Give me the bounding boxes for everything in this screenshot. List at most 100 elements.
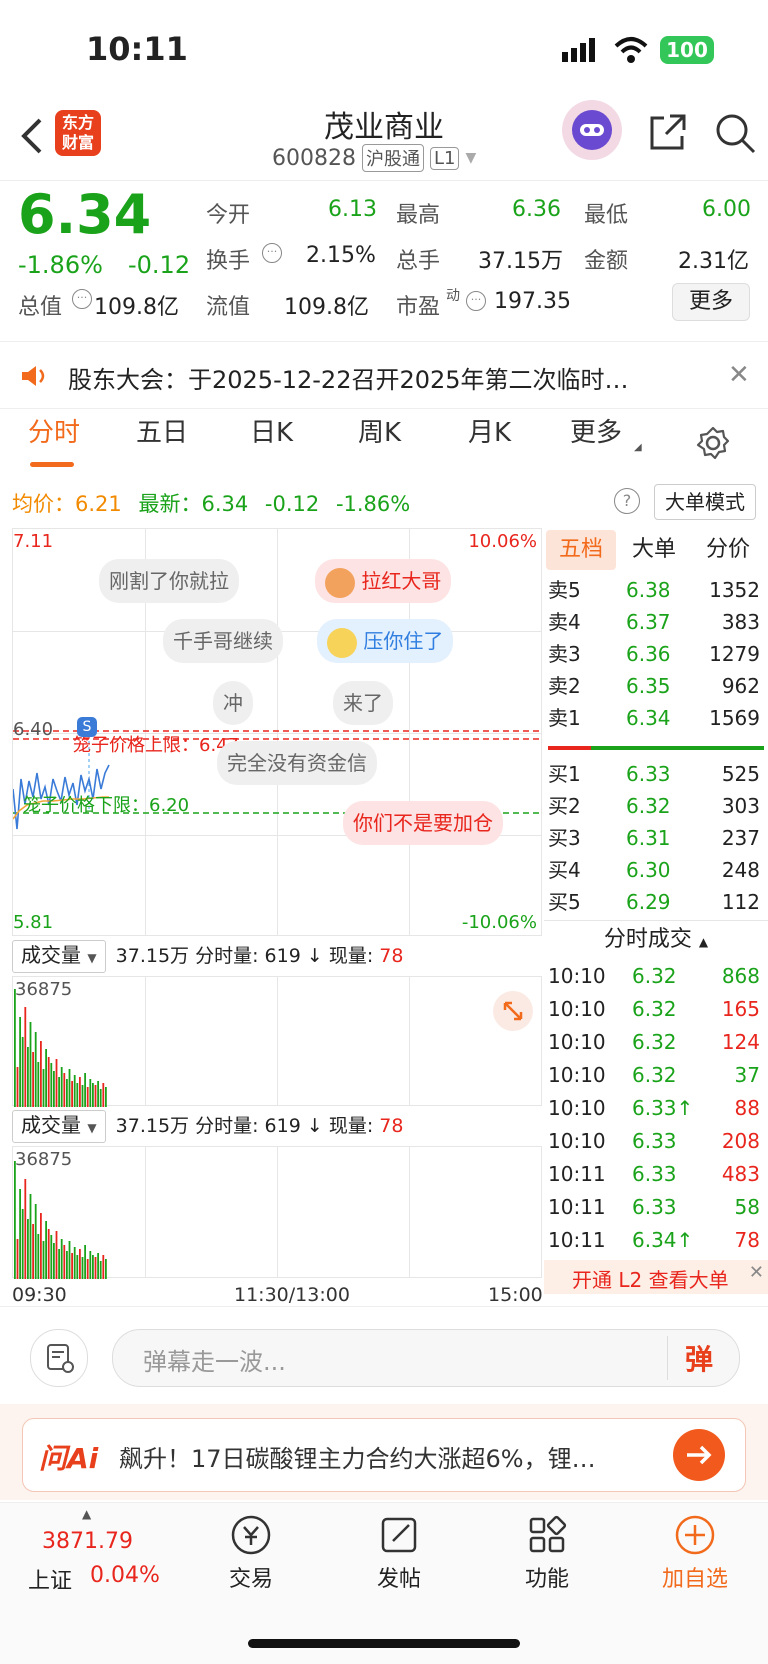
volume-bar (92, 1083, 94, 1107)
trade-row: 10:10 6.32 868 (544, 960, 768, 992)
tab-week-k[interactable]: 周K (358, 412, 401, 449)
volume-bar (34, 1204, 37, 1279)
level-label: 买2 (548, 794, 581, 818)
volume-bar (63, 1245, 66, 1279)
danmu-input[interactable]: 弹幕走一波... 弹 (112, 1329, 740, 1387)
level-volume: 525 (721, 762, 760, 786)
settings-gear-icon[interactable] (696, 426, 730, 464)
tab-intraday[interactable]: 分时 (28, 412, 80, 449)
trade-row: 10:10 6.33↑ 88 (544, 1092, 768, 1124)
search-icon[interactable] (714, 112, 756, 158)
post-button[interactable]: 发帖 (334, 1513, 464, 1593)
trade-row: 10:10 6.32 37 (544, 1059, 768, 1091)
volume-bar (79, 1249, 81, 1279)
info-icon[interactable]: ··· (466, 291, 486, 311)
tab-price-distribution[interactable]: 分价 (706, 530, 750, 570)
tab-five-day[interactable]: 五日 (136, 412, 188, 449)
avatar (325, 567, 355, 598)
large-order-mode-button[interactable]: 大单模式 (654, 484, 756, 520)
volume-bar (99, 1089, 102, 1107)
stock-code-row[interactable]: 600828 沪股通 L1 ▼ (272, 144, 476, 172)
level-volume: 112 (721, 890, 760, 914)
more-button[interactable]: 更多 (672, 283, 750, 321)
danmu-bubble[interactable]: 刚割了你就拉 (99, 559, 239, 603)
volume-bar (55, 1059, 58, 1107)
change-percent: -1.86% (18, 251, 103, 279)
info-icon[interactable]: ··· (72, 289, 92, 309)
quote-block: 6.34 -1.86% -0.12 今开 6.13 最高 6.36 最低 6.0… (0, 181, 768, 340)
danmu-bubble[interactable]: 你们不是要加仓 (343, 801, 503, 845)
signal-icon (562, 38, 598, 66)
danmu-bubble[interactable]: 完全没有资金信 (217, 741, 377, 785)
level-price: 6.33 (626, 762, 671, 786)
latest-label: 最新： (138, 492, 202, 516)
label-volume: 总手 (396, 249, 441, 274)
chevron-up-icon: ▲ (82, 1507, 92, 1521)
index-pct: 0.04% (90, 1563, 160, 1588)
tab-five-levels[interactable]: 五档 (546, 530, 616, 570)
trade-time: 10:11 (548, 1195, 606, 1219)
volume-bar (105, 1087, 107, 1107)
volume-bar (89, 1079, 92, 1107)
danmu-send-button[interactable]: 弹 (685, 1338, 713, 1378)
index-widget[interactable]: ▲ 3871.79 上证 0.04% (20, 1507, 170, 1594)
latest-change: -0.12 (264, 492, 320, 516)
sell-level-row: 卖5 6.38 1352 (544, 574, 768, 606)
volume-bar (97, 1081, 99, 1107)
level-label: 卖2 (548, 674, 581, 698)
ai-banner[interactable]: 问Ai 飙升！17日碳酸锂主力合约大涨超6%，锂… (22, 1418, 746, 1492)
danmu-bubble[interactable]: 来了 (333, 681, 393, 725)
signal-badge[interactable]: S (77, 717, 97, 737)
tab-month-k[interactable]: 月K (468, 412, 511, 449)
tab-day-k[interactable]: 日K (250, 412, 293, 449)
danmu-bubble[interactable]: 拉红大哥 (315, 559, 452, 603)
tab-more[interactable]: 更多 (570, 412, 622, 449)
volume-selector[interactable]: 成交量 ▼ (12, 940, 106, 973)
trades-title[interactable]: 分时成交 ▲ (544, 922, 768, 960)
level-label: 卖4 (548, 610, 581, 634)
add-watchlist-label: 加自选 (661, 1567, 728, 1592)
add-watchlist-button[interactable]: 加自选 (630, 1513, 760, 1593)
volume-bar (76, 1255, 79, 1279)
notice-bar[interactable]: 股东大会：于2025-12-22召开2025年第二次临时… ✕ (0, 341, 768, 409)
arrow-right-icon[interactable] (673, 1429, 725, 1481)
notes-icon[interactable] (30, 1329, 88, 1387)
volume-bar (14, 1161, 16, 1279)
close-icon[interactable]: ✕ (749, 1262, 764, 1283)
functions-button[interactable]: 功能 (482, 1513, 612, 1593)
cage-upper-label: 笼子价格上限：6.47 (73, 735, 240, 756)
share-icon[interactable] (648, 112, 688, 156)
danmu-bubble[interactable]: 压你住了 (317, 619, 454, 663)
help-icon[interactable]: ? (614, 488, 640, 514)
ai-banner-text: 飙升！17日碳酸锂主力合约大涨超6%，锂… (119, 1445, 596, 1473)
pct-axis-bottom: -10.06% (461, 912, 537, 933)
volume-bar (86, 1259, 89, 1279)
volume-bar (71, 1081, 73, 1107)
tab-large-order[interactable]: 大单 (632, 530, 676, 570)
input-divider (667, 1336, 668, 1380)
volume-bar (37, 1234, 40, 1279)
danmu-bubble[interactable]: 千手哥继续 (163, 619, 283, 663)
danmu-bubble[interactable]: 冲 (213, 681, 253, 725)
info-icon[interactable]: ··· (262, 243, 282, 263)
now-value: 78 (379, 1115, 404, 1137)
chevron-down-icon: ▼ (465, 150, 477, 166)
trade-button[interactable]: 交易 (186, 1513, 316, 1593)
seg-label: 分时量: (195, 945, 259, 967)
close-icon[interactable]: ✕ (728, 360, 750, 390)
l2-upgrade-button[interactable]: 开通 L2 查看大单 ✕ (544, 1260, 768, 1294)
sell-level-row: 卖4 6.37 383 (544, 606, 768, 638)
volume-bar (34, 1032, 37, 1107)
volume-bar (19, 1017, 21, 1107)
seg-value: 619 (264, 1115, 301, 1137)
stock-code: 600828 (272, 145, 356, 171)
trades-divider (544, 920, 768, 921)
robot-avatar-icon[interactable] (562, 100, 622, 160)
now-label: 现量: (328, 1115, 374, 1137)
chevron-down-icon: ◢ (634, 442, 642, 453)
expand-icon[interactable] (493, 991, 533, 1031)
volume-bar (86, 1087, 89, 1107)
y-axis-bottom: 5.81 (13, 912, 54, 933)
volume-selector[interactable]: 成交量 ▼ (12, 1110, 106, 1143)
intraday-chart[interactable]: 7.11 10.06% 5.81 -10.06% 6.40 笼子价格上限：6.4… (12, 528, 542, 936)
